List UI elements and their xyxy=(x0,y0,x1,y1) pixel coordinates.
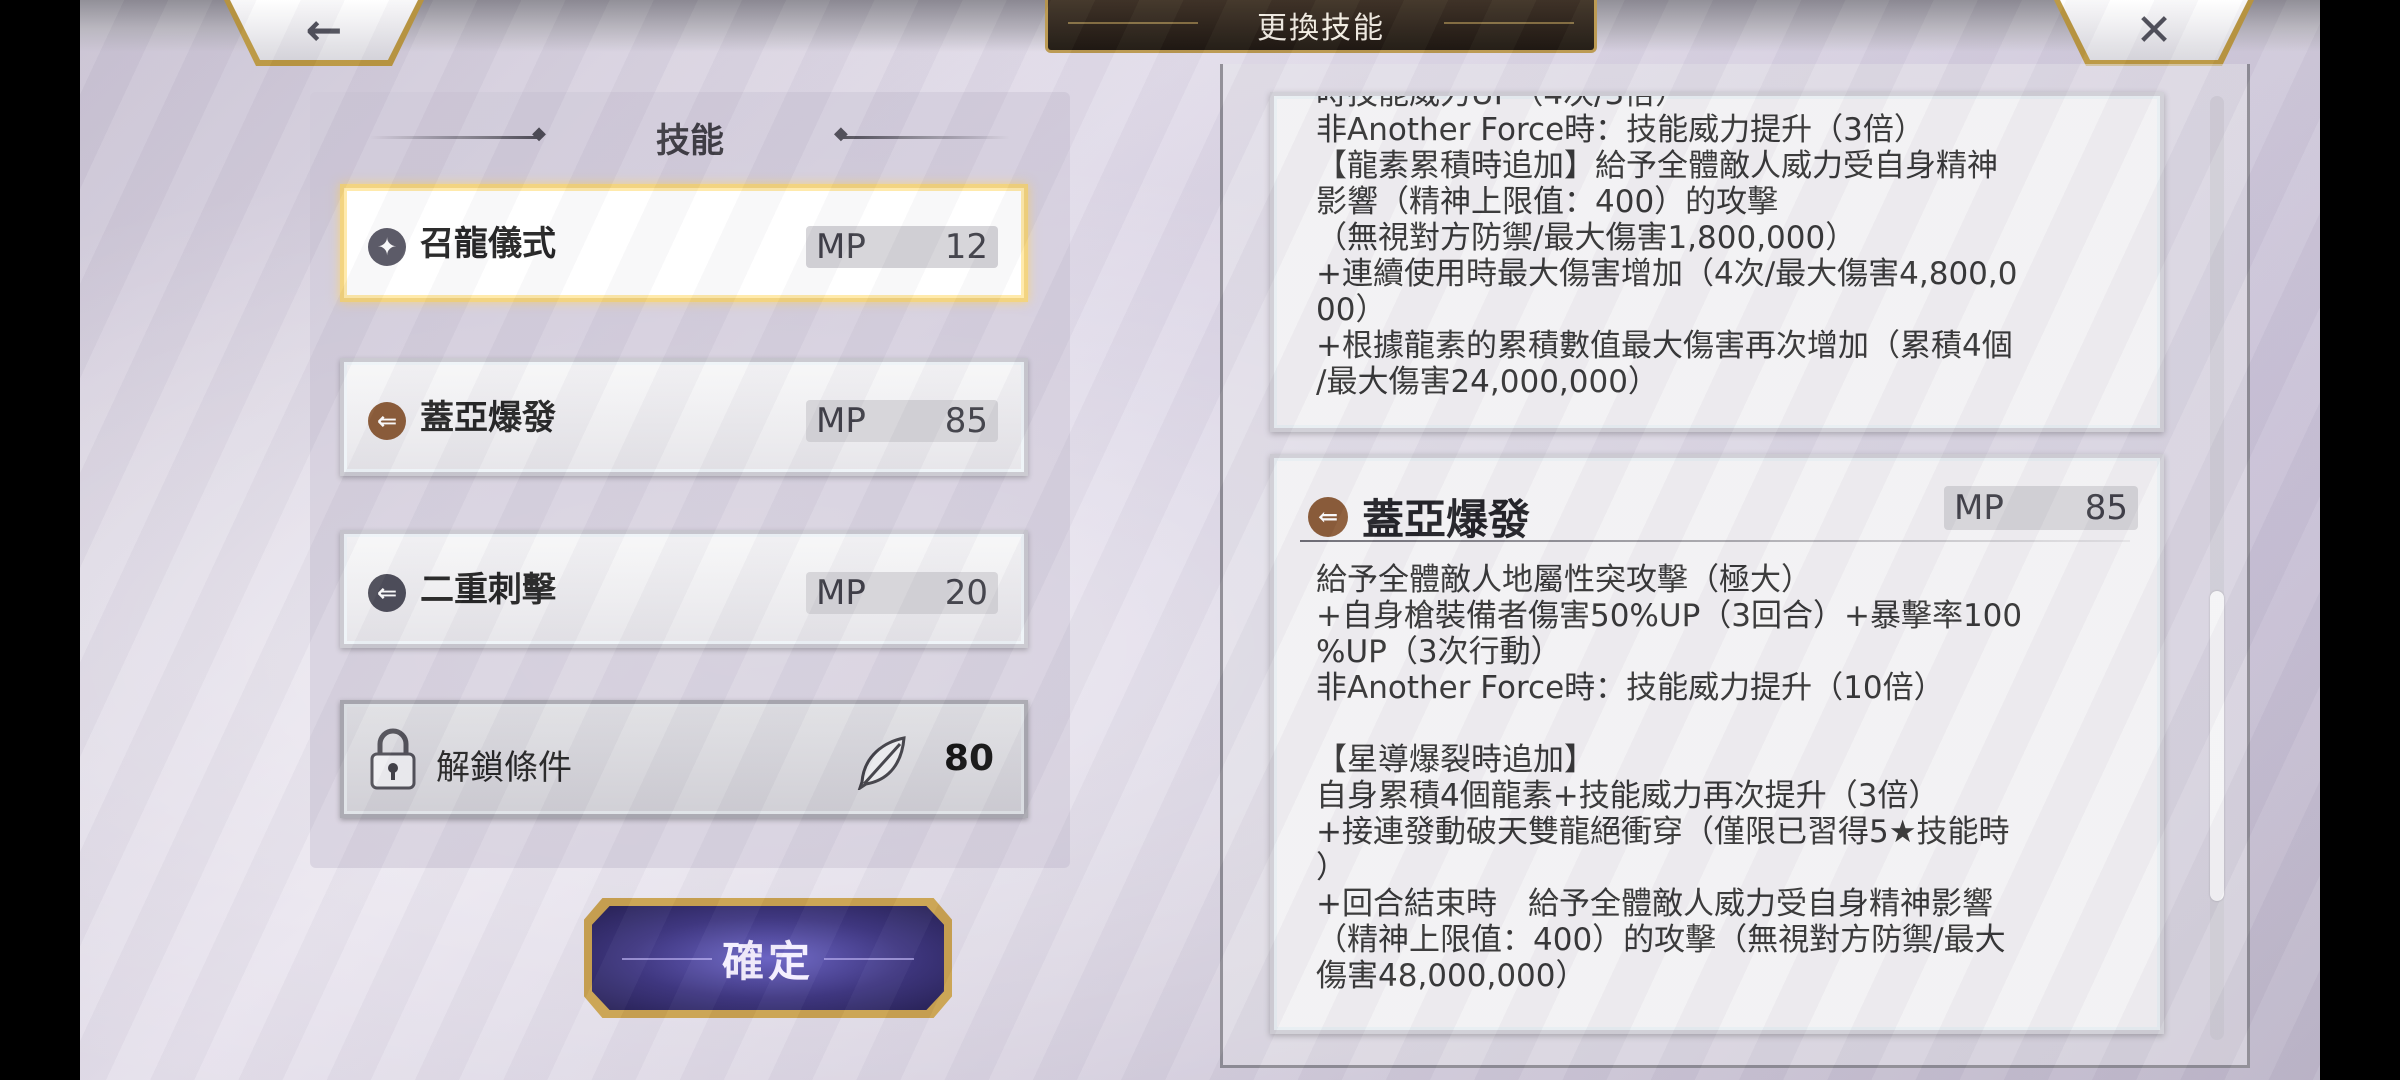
skill-change-screen: ← 更換技能 ✕ 技能 ✦ 召龍儀式 MP 12 ⇐ 蓋亞爆發 MP 85 xyxy=(80,0,2320,1080)
title-divider xyxy=(1300,540,2130,542)
mp-label: MP xyxy=(816,573,866,613)
skill-slot-2[interactable]: ⇐ 蓋亞爆發 MP 85 xyxy=(340,358,1028,476)
mp-value: 85 xyxy=(944,401,988,441)
skills-panel: 技能 ✦ 召龍儀式 MP 12 ⇐ 蓋亞爆發 MP 85 ⇐ 二重刺擊 MP 2… xyxy=(310,92,1070,868)
mp-label: MP xyxy=(816,227,866,267)
skill-name: 蓋亞爆發 xyxy=(420,398,556,438)
heading-ornament-right xyxy=(834,123,1010,144)
mp-label: MP xyxy=(816,401,866,441)
mp-cost: MP 12 xyxy=(806,226,998,268)
skill-name: 召龍儀式 xyxy=(420,224,556,264)
previous-skill-detail-card: 時技能威力UP（4次/3倍） 非Another Force時：技能威力提升（3倍… xyxy=(1270,92,2164,432)
earth-element-icon: ⇐ xyxy=(1308,496,1348,537)
skill-detail-card: ⇐ 蓋亞爆發 MP 85 給予全體敵人地屬性突攻擊（極大） +自身槍裝備者傷害5… xyxy=(1270,454,2164,1034)
previous-skill-description: 時技能威力UP（4次/3倍） 非Another Force時：技能威力提升（3倍… xyxy=(1316,92,2018,400)
mp-label: MP xyxy=(1954,488,2004,528)
skill-detail-name: 蓋亞爆發 xyxy=(1362,495,1531,544)
title-ornament-right xyxy=(1444,22,1574,24)
close-icon: ✕ xyxy=(2060,0,2248,60)
back-arrow-icon: ← xyxy=(230,0,418,60)
confirm-button[interactable]: 確定 xyxy=(584,898,952,1018)
back-button[interactable]: ← xyxy=(224,0,424,66)
confirm-ornament-right xyxy=(824,958,914,960)
skill-name: 二重刺擊 xyxy=(420,570,556,610)
confirm-ornament-left xyxy=(622,958,712,960)
detail-scrollbar[interactable] xyxy=(2210,96,2224,1040)
mp-value: 20 xyxy=(944,573,988,613)
skill-element-icon: ⇐ xyxy=(368,574,406,612)
unlock-condition[interactable]: 解鎖條件 80 xyxy=(340,700,1028,818)
skill-detail-title: ⇐ 蓋亞爆發 xyxy=(1308,486,1530,547)
confirm-button-face: 確定 xyxy=(592,906,944,1010)
feather-icon xyxy=(857,736,906,790)
page-title: 更換技能 xyxy=(1257,11,1385,46)
skill-detail-description: 給予全體敵人地屬性突攻擊（極大） +自身槍裝備者傷害50%UP（3回合）+暴擊率… xyxy=(1316,562,2023,994)
unlock-label: 解鎖條件 xyxy=(436,748,572,788)
confirm-label: 確定 xyxy=(721,936,814,986)
mp-cost: MP 85 xyxy=(806,400,998,442)
close-button[interactable]: ✕ xyxy=(2054,0,2254,66)
unlock-value: 80 xyxy=(943,738,994,779)
skill-slot-1[interactable]: ✦ 召龍儀式 MP 12 xyxy=(340,184,1028,302)
page-title-plate: 更換技能 xyxy=(1045,0,1597,53)
title-ornament-left xyxy=(1068,22,1198,24)
mp-value: 12 xyxy=(944,227,988,267)
mp-cost: MP 20 xyxy=(806,572,998,614)
mp-value: 85 xyxy=(2084,488,2128,528)
lock-icon xyxy=(370,728,416,790)
skill-slot-3[interactable]: ⇐ 二重刺擊 MP 20 xyxy=(340,530,1028,648)
skill-element-icon: ✦ xyxy=(368,228,406,266)
skill-element-icon: ⇐ xyxy=(368,402,406,440)
scrollbar-thumb[interactable] xyxy=(2210,591,2224,901)
skill-detail-mp: MP 85 xyxy=(1944,486,2138,530)
